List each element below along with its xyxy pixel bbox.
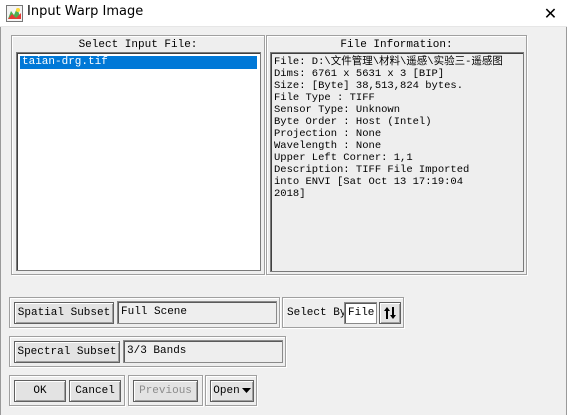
list-item-file[interactable]: taian-drg.tif [20, 56, 257, 69]
select-input-file-label: Select Input File: [78, 39, 198, 51]
file-info-line: Projection : None [274, 128, 382, 140]
file-info-line: File: D:\文件管理\材料\遥感\实验三-遥感图 [274, 56, 503, 68]
select-by-value[interactable]: File [344, 302, 377, 324]
file-info-line: Dims: 6761 x 5631 x 3 [BIP] [274, 68, 445, 80]
file-information-label: File Information: [340, 39, 453, 51]
file-info-line: Byte Order : Host (Intel) [274, 116, 432, 128]
select-by-label: Select By [287, 307, 347, 319]
file-info-line: Description: TIFF File Imported [274, 164, 470, 176]
select-by-group: Select By File [282, 297, 404, 328]
spatial-subset-button[interactable]: Spatial Subset [14, 302, 114, 324]
envi-app-icon [6, 5, 23, 22]
open-button-label: Open [213, 385, 240, 397]
cancel-button[interactable]: Cancel [69, 380, 121, 402]
file-info-line: 2018] [274, 188, 306, 200]
previous-group: Previous [128, 375, 203, 406]
spatial-subset-value: Full Scene [117, 301, 277, 324]
close-button[interactable]: ✕ [534, 0, 567, 27]
file-information-text: File: D:\文件管理\材料\遥感\实验三-遥感图 Dims: 6761 x … [270, 52, 524, 272]
file-info-line: Wavelength : None [274, 140, 382, 152]
ok-button[interactable]: OK [14, 380, 66, 402]
file-info-line: Upper Left Corner: 1,1 [274, 152, 413, 164]
file-information-panel: File Information: File: D:\文件管理\材料\遥感\实验… [266, 35, 527, 275]
select-by-toggle-button[interactable] [379, 302, 401, 324]
file-info-line: Sensor Type: Unknown [274, 104, 401, 116]
spatial-subset-group: Spatial Subset Full Scene [9, 297, 280, 328]
spectral-subset-value: 3/3 Bands [123, 340, 283, 363]
close-icon: ✕ [543, 4, 558, 23]
open-menu-button[interactable]: Open [210, 380, 254, 402]
input-file-list[interactable]: taian-drg.tif [16, 52, 261, 271]
select-input-file-panel: Select Input File: taian-drg.tif [11, 35, 265, 275]
title-bar: Input Warp Image ✕ [0, 0, 567, 27]
ok-cancel-group: OK Cancel [9, 375, 125, 406]
window-title: Input Warp Image [27, 4, 144, 19]
previous-button[interactable]: Previous [133, 380, 198, 402]
sort-arrows-icon [384, 307, 396, 319]
open-group: Open [205, 375, 257, 406]
file-info-line: Size: [Byte] 38,513,824 bytes. [274, 80, 464, 92]
spectral-subset-group: Spectral Subset 3/3 Bands [9, 336, 286, 367]
file-info-line: into ENVI [Sat Oct 13 17:19:04 [274, 176, 464, 188]
spectral-subset-button[interactable]: Spectral Subset [14, 341, 120, 363]
file-info-line: File Type : TIFF [274, 92, 375, 104]
dropdown-arrow-icon [241, 388, 251, 393]
